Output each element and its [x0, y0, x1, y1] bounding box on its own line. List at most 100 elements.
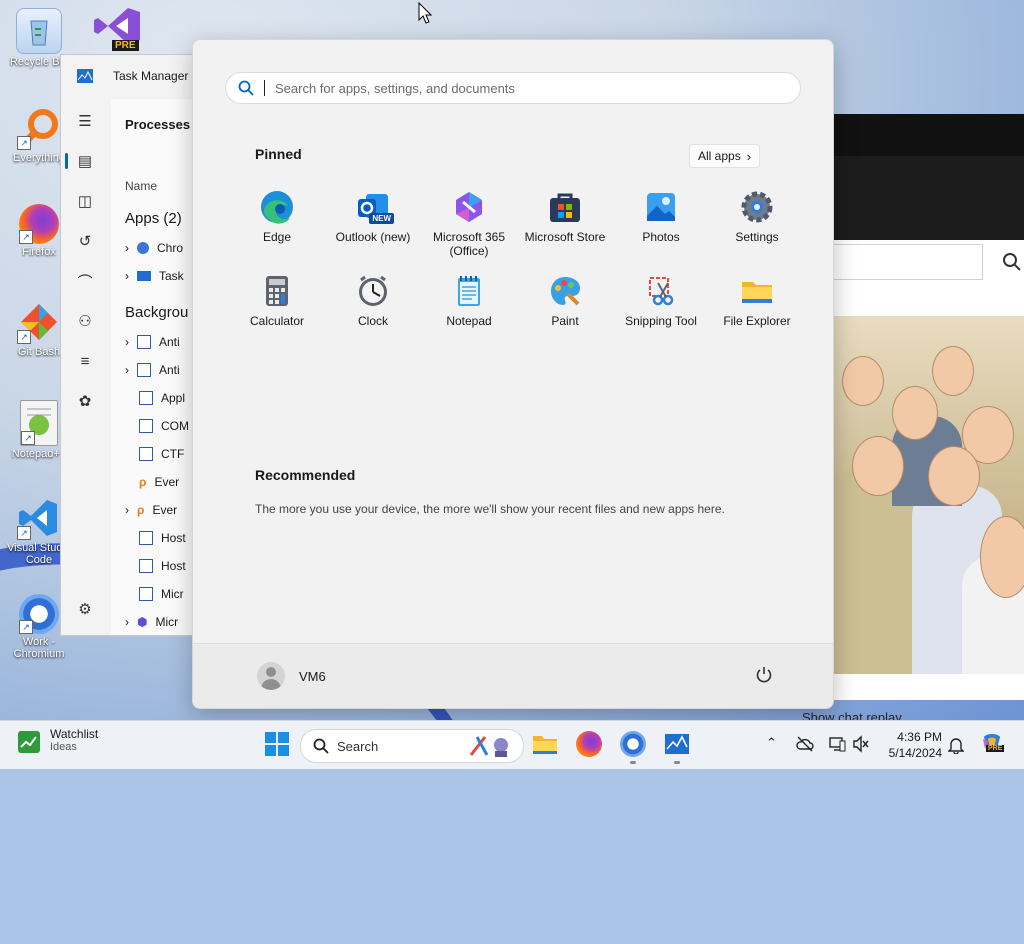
app-label: Settings	[735, 230, 779, 244]
pinned-app-microsoft-365[interactable]: Microsoft 365 (Office)	[421, 190, 517, 260]
chromium-icon: ↗	[19, 594, 59, 634]
power-icon[interactable]	[755, 666, 773, 684]
process-row[interactable]: › Task	[125, 265, 184, 287]
apps-group-header[interactable]: Apps (2)	[125, 207, 182, 229]
process-name: Anti	[159, 363, 180, 377]
chromium-icon[interactable]	[620, 731, 646, 757]
new-badge: NEW	[369, 213, 394, 224]
widget-title: Watchlist	[50, 727, 99, 741]
start-search-input[interactable]	[273, 79, 777, 97]
speaker-muted-icon[interactable]	[852, 735, 870, 753]
chevron-right-icon[interactable]: ›	[125, 363, 129, 377]
search-icon[interactable]	[1002, 252, 1022, 272]
process-name: Host	[161, 559, 186, 573]
copilot-preview-button[interactable]: PRE	[980, 731, 1005, 755]
chevron-right-icon[interactable]: ›	[125, 241, 129, 255]
process-row[interactable]: ρ Ever	[125, 471, 179, 493]
figure	[928, 446, 980, 506]
column-header-name[interactable]: Name	[125, 175, 157, 197]
pinned-app-file-explorer[interactable]: File Explorer	[709, 274, 805, 344]
chevron-up-icon[interactable]: ⌃	[766, 735, 777, 751]
git-bash-icon: ↗	[17, 300, 61, 344]
chevron-right-icon[interactable]: ›	[125, 335, 129, 349]
process-row[interactable]: Micr	[125, 583, 184, 605]
pinned-app-clock[interactable]: Clock	[325, 274, 421, 344]
user-account-button[interactable]: VM6	[257, 662, 326, 690]
desktop-icon-visual-studio-preview[interactable]: PRE	[92, 6, 142, 54]
gear-process-icon: ⬢	[137, 615, 148, 629]
taskbar-search-box[interactable]: Search	[300, 729, 524, 763]
notification-bell-icon[interactable]	[948, 736, 964, 754]
pinned-app-notepad[interactable]: Notepad	[421, 274, 517, 344]
process-row[interactable]: CTF	[125, 443, 184, 465]
task-manager-titlebar[interactable]: Task Manager	[61, 55, 201, 97]
settings-gear-icon	[740, 190, 774, 224]
pinned-app-snipping-tool[interactable]: Snipping Tool	[613, 274, 709, 344]
task-manager-icon[interactable]	[664, 731, 690, 757]
file-explorer-icon[interactable]	[532, 731, 558, 757]
snipping-tool-icon	[644, 274, 678, 308]
everything-icon: ρ	[139, 475, 147, 489]
process-row[interactable]: COM	[125, 415, 189, 437]
network-icon[interactable]	[828, 735, 846, 753]
start-search-box[interactable]	[225, 72, 801, 104]
chevron-right-icon[interactable]: ›	[125, 269, 129, 283]
background-search-field[interactable]	[832, 244, 983, 280]
window-icon	[139, 419, 153, 433]
figure	[842, 356, 884, 406]
process-row[interactable]: › Chro	[125, 237, 183, 259]
chevron-right-icon[interactable]: ›	[125, 503, 129, 517]
figure	[852, 436, 904, 496]
shortcut-arrow-icon: ↗	[21, 431, 35, 445]
everything-icon: ρ	[137, 503, 145, 517]
window-icon	[137, 363, 151, 377]
task-manager-title: Task Manager	[113, 69, 189, 83]
process-row[interactable]: Host	[125, 527, 186, 549]
windows-start-icon[interactable]	[264, 731, 290, 757]
hamburger-menu-icon[interactable]: ☰	[61, 101, 109, 141]
pinned-app-paint[interactable]: Paint	[517, 274, 613, 344]
settings-icon[interactable]: ⚙	[61, 589, 109, 629]
performance-icon[interactable]: ◫	[61, 181, 109, 221]
app-label: Snipping Tool	[625, 314, 697, 328]
pinned-app-outlook[interactable]: NEW Outlook (new)	[325, 190, 421, 260]
taskbar-clock[interactable]: 4:36 PM 5/14/2024	[880, 729, 942, 761]
pinned-section-title: Pinned	[255, 146, 302, 162]
all-apps-button[interactable]: All apps ›	[689, 144, 761, 168]
startup-apps-icon[interactable]: ⌒	[61, 261, 109, 301]
users-icon[interactable]: ⚇	[61, 301, 109, 341]
pinned-app-photos[interactable]: Photos	[613, 190, 709, 260]
running-indicator	[674, 761, 680, 764]
mouse-pointer-icon	[418, 2, 432, 24]
store-icon	[548, 190, 582, 224]
process-row[interactable]: › Anti	[125, 359, 180, 381]
services-icon[interactable]: ✿	[61, 381, 109, 421]
pinned-app-settings[interactable]: Settings	[709, 190, 805, 260]
desktop-icon-label: Notepad++	[11, 448, 67, 460]
chromium-icon	[137, 242, 149, 254]
paint-icon	[548, 274, 582, 308]
widgets-button[interactable]: Watchlist Ideas	[18, 727, 98, 753]
background-group-header[interactable]: Backgrou	[125, 301, 188, 323]
search-highlight-icon	[469, 736, 508, 757]
taskbar: Watchlist Ideas Search ⌃ 4:36 PM 5/14/20…	[0, 720, 1024, 769]
process-row[interactable]: › Anti	[125, 331, 180, 353]
window-icon	[139, 559, 153, 573]
details-icon[interactable]: ≡	[61, 341, 109, 381]
pinned-app-edge[interactable]: Edge	[229, 190, 325, 260]
process-row[interactable]: Appl	[125, 387, 185, 409]
pinned-app-microsoft-store[interactable]: Microsoft Store	[517, 190, 613, 260]
chevron-right-icon[interactable]: ›	[125, 615, 129, 629]
process-row[interactable]: › ⬢ Micr	[125, 611, 178, 633]
task-manager-processes: Processes Name Apps (2) › Chro › Task Ba…	[111, 99, 201, 635]
pinned-app-calculator[interactable]: Calculator	[229, 274, 325, 344]
app-history-icon[interactable]: ↺	[61, 221, 109, 261]
processes-icon[interactable]: ▤	[61, 141, 109, 181]
onedrive-cloud-icon[interactable]	[796, 735, 814, 753]
process-row[interactable]: Host	[125, 555, 186, 577]
process-name: Anti	[159, 335, 180, 349]
app-label: Microsoft 365 (Office)	[432, 230, 506, 258]
process-row[interactable]: › ρ Ever	[125, 499, 177, 521]
firefox-icon[interactable]	[576, 731, 602, 757]
task-manager-window: Task Manager ☰ ▤ ◫ ↺ ⌒ ⚇ ≡ ✿ ⚙ Processes…	[60, 54, 202, 636]
